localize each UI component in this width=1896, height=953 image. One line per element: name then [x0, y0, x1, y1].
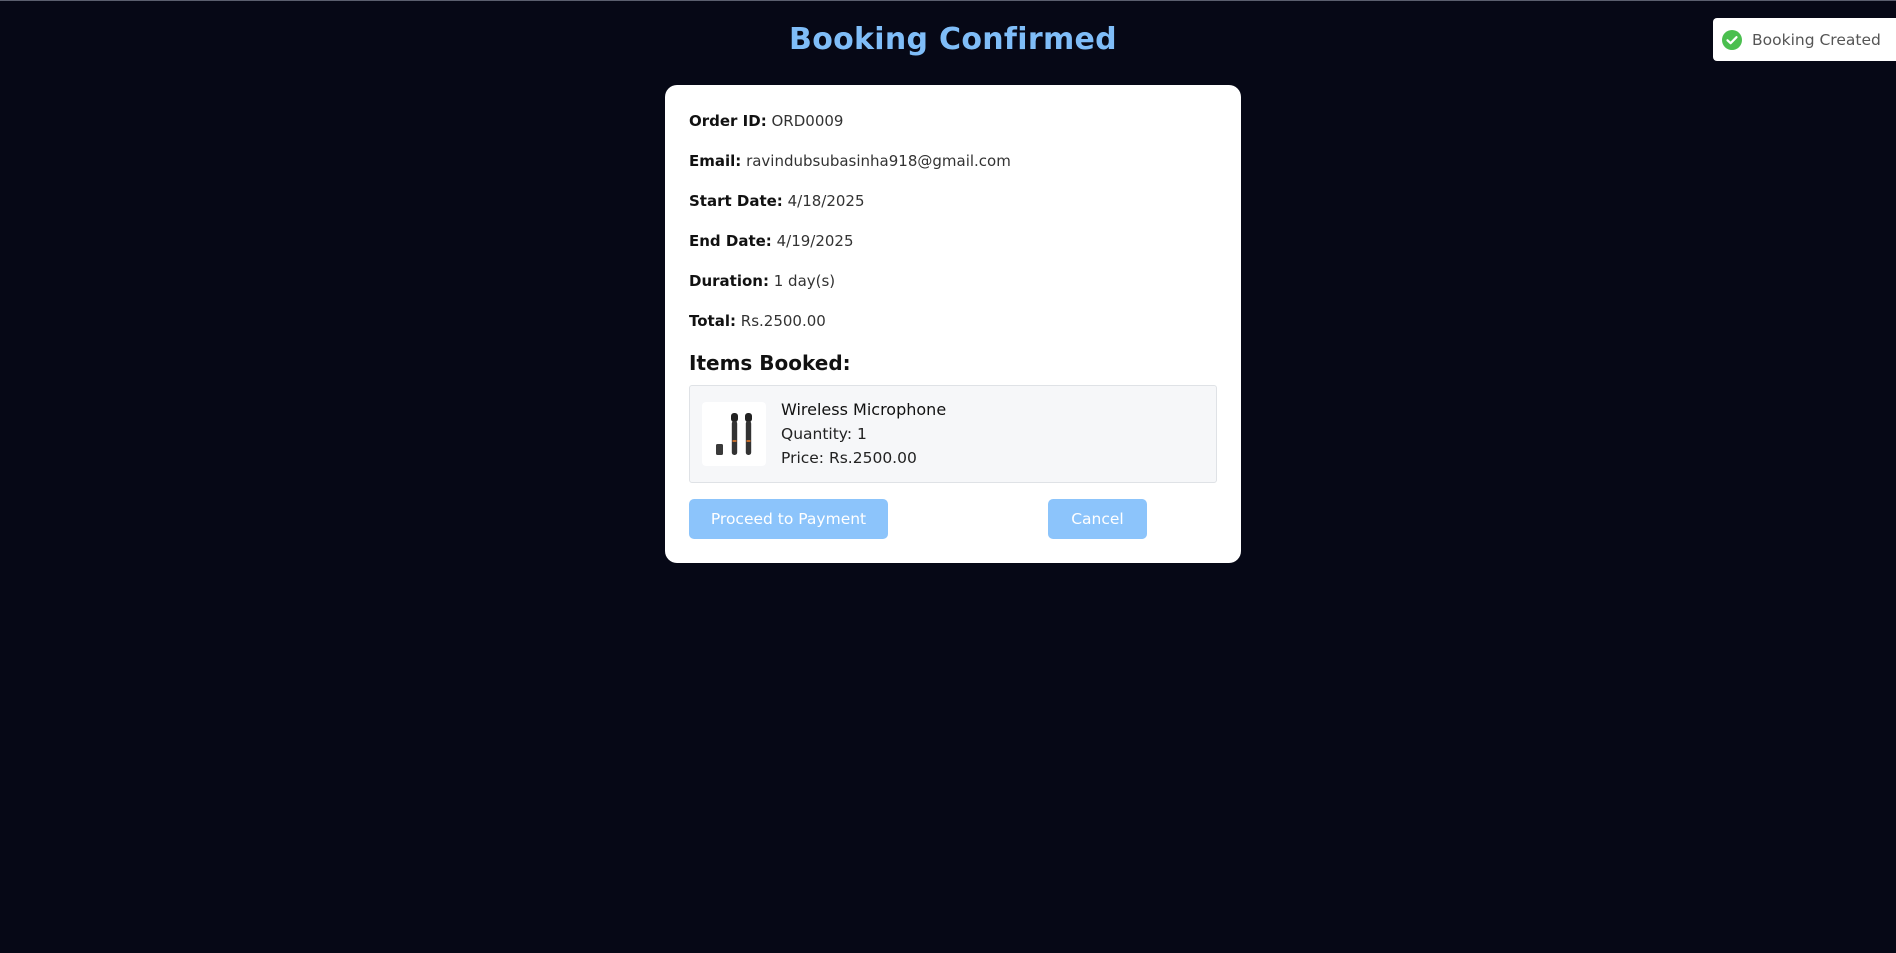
end-date-row: End Date: 4/19/2025: [689, 231, 1217, 271]
start-date-value: 4/18/2025: [787, 192, 865, 210]
order-id-label: Order ID:: [689, 112, 767, 130]
duration-label: Duration:: [689, 272, 769, 290]
item-quantity: Quantity: 1: [781, 425, 867, 443]
start-date-row: Start Date: 4/18/2025: [689, 191, 1217, 231]
check-circle-icon: [1722, 29, 1742, 50]
item-price: Price: Rs.2500.00: [781, 449, 917, 467]
start-date-label: Start Date:: [689, 192, 783, 210]
end-date-label: End Date:: [689, 232, 772, 250]
total-value: Rs.2500.00: [740, 312, 826, 330]
action-buttons: Proceed to Payment Cancel: [689, 499, 1217, 539]
duration-value: 1 day(s): [773, 272, 836, 290]
email-row: Email: ravindubsubasinha918@gmail.com: [689, 151, 1217, 191]
microphone-product-image: [702, 402, 766, 466]
item-name: Wireless Microphone: [781, 400, 947, 419]
booking-created-toast[interactable]: Booking Created: [1713, 18, 1896, 61]
duration-row: Duration: 1 day(s): [689, 271, 1217, 311]
email-label: Email:: [689, 152, 742, 170]
booked-item: Wireless Microphone Quantity: 1 Price: R…: [689, 385, 1217, 483]
item-info: Wireless Microphone Quantity: 1 Price: R…: [781, 398, 946, 470]
top-border-line: [0, 0, 1896, 1]
items-booked-heading: Items Booked:: [689, 351, 851, 375]
booking-card: Order ID: ORD0009 Email: ravindubsubasin…: [665, 85, 1241, 563]
total-label: Total:: [689, 312, 736, 330]
page-title: Booking Confirmed: [789, 22, 1117, 57]
end-date-value: 4/19/2025: [776, 232, 854, 250]
order-id-row: Order ID: ORD0009: [689, 111, 1217, 151]
toast-message: Booking Created: [1752, 30, 1881, 49]
order-id-value: ORD0009: [771, 112, 844, 130]
cancel-button[interactable]: Cancel: [1048, 499, 1147, 539]
proceed-to-payment-button[interactable]: Proceed to Payment: [689, 499, 888, 539]
email-value: ravindubsubasinha918@gmail.com: [746, 152, 1011, 170]
total-row: Total: Rs.2500.00: [689, 311, 1217, 351]
